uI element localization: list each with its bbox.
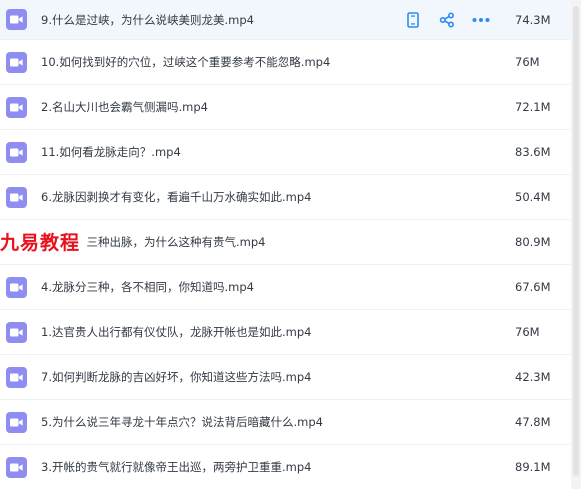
- row-actions: [404, 11, 490, 29]
- file-row[interactable]: 9.什么是过峡，为什么说峡美则龙美.mp4 74.3M: [0, 0, 581, 40]
- video-file-icon: [6, 276, 27, 298]
- file-size: 80.9M: [515, 235, 551, 249]
- file-size: 42.3M: [515, 370, 551, 384]
- file-size: 76M: [515, 325, 540, 339]
- file-row[interactable]: 6.龙脉因剥换才有变化，看遍千山万水确实如此.mp4 50.4M: [0, 175, 581, 220]
- watermark: 九易教程: [0, 230, 83, 256]
- file-name[interactable]: 4.龙脉分三种，各不相同，你知道吗.mp4: [41, 279, 254, 295]
- file-name[interactable]: 7.如何判断龙脉的吉凶好坏，你知道这些方法吗.mp4: [41, 369, 311, 385]
- video-file-icon: [6, 321, 27, 343]
- scrollbar[interactable]: [571, 0, 581, 489]
- more-icon[interactable]: [472, 11, 490, 29]
- file-name[interactable]: 2.名山大川也会霸气侧漏吗.mp4: [41, 99, 208, 115]
- file-list: 9.什么是过峡，为什么说峡美则龙美.mp4 74.3M 10.如何找到好的穴位，过峡…: [0, 0, 581, 489]
- file-row[interactable]: 4.龙脉分三种，各不相同，你知道吗.mp4 67.6M: [0, 265, 581, 310]
- file-row[interactable]: 2.名山大川也会霸气侧漏吗.mp4 72.1M: [0, 85, 581, 130]
- file-row[interactable]: 10.如何找到好的穴位，过峡这个重要参考不能忽略.mp4 76M: [0, 40, 581, 85]
- video-file-icon: [6, 51, 27, 73]
- file-name[interactable]: 6.龙脉因剥换才有变化，看遍千山万水确实如此.mp4: [41, 189, 311, 205]
- file-row[interactable]: 11.如何看龙脉走向？.mp4 83.6M: [0, 130, 581, 175]
- file-name[interactable]: 1.达官贵人出行都有仪仗队，龙脉开帐也是如此.mp4: [41, 324, 311, 340]
- file-rows: 9.什么是过峡，为什么说峡美则龙美.mp4 74.3M 10.如何找到好的穴位，过峡…: [0, 0, 581, 489]
- video-file-icon: [6, 456, 27, 478]
- file-size: 72.1M: [515, 100, 551, 114]
- file-row[interactable]: 7.如何判断龙脉的吉凶好坏，你知道这些方法吗.mp4 42.3M: [0, 355, 581, 400]
- file-name[interactable]: 5.为什么说三年寻龙十年点穴？说法背后暗藏什么.mp4: [41, 414, 323, 430]
- phone-icon[interactable]: [404, 11, 422, 29]
- file-size: 74.3M: [515, 12, 551, 27]
- file-row[interactable]: 1.达官贵人出行都有仪仗队，龙脉开帐也是如此.mp4 76M: [0, 310, 581, 355]
- scroll-thumb[interactable]: [573, 6, 579, 476]
- video-file-icon: [6, 96, 27, 118]
- video-file-icon: [6, 186, 27, 208]
- video-file-icon: [6, 9, 27, 30]
- file-size: 50.4M: [515, 190, 551, 204]
- file-row[interactable]: 5.为什么说三年寻龙十年点穴？说法背后暗藏什么.mp4 47.8M: [0, 400, 581, 445]
- file-row[interactable]: 8.出脉，三种出脉，为什么这种有贵气.mp4 80.9M: [0, 220, 581, 265]
- file-name[interactable]: 3.开帐的贵气就行就像帝王出巡，两旁护卫重重.mp4: [41, 459, 311, 475]
- file-size: 89.1M: [515, 460, 551, 474]
- file-name[interactable]: 10.如何找到好的穴位，过峡这个重要参考不能忽略.mp4: [41, 54, 330, 70]
- file-size: 76M: [515, 55, 540, 69]
- file-size: 47.8M: [515, 415, 551, 429]
- file-name[interactable]: 9.什么是过峡，为什么说峡美则龙美.mp4: [41, 12, 254, 28]
- file-name[interactable]: 11.如何看龙脉走向？.mp4: [41, 144, 181, 160]
- video-file-icon: [6, 141, 27, 163]
- file-size: 67.6M: [515, 280, 551, 294]
- video-file-icon: [6, 411, 27, 433]
- file-size: 83.6M: [515, 145, 551, 159]
- file-row[interactable]: 3.开帐的贵气就行就像帝王出巡，两旁护卫重重.mp4 89.1M: [0, 445, 581, 489]
- share-icon[interactable]: [438, 11, 456, 29]
- video-file-icon: [6, 366, 27, 388]
